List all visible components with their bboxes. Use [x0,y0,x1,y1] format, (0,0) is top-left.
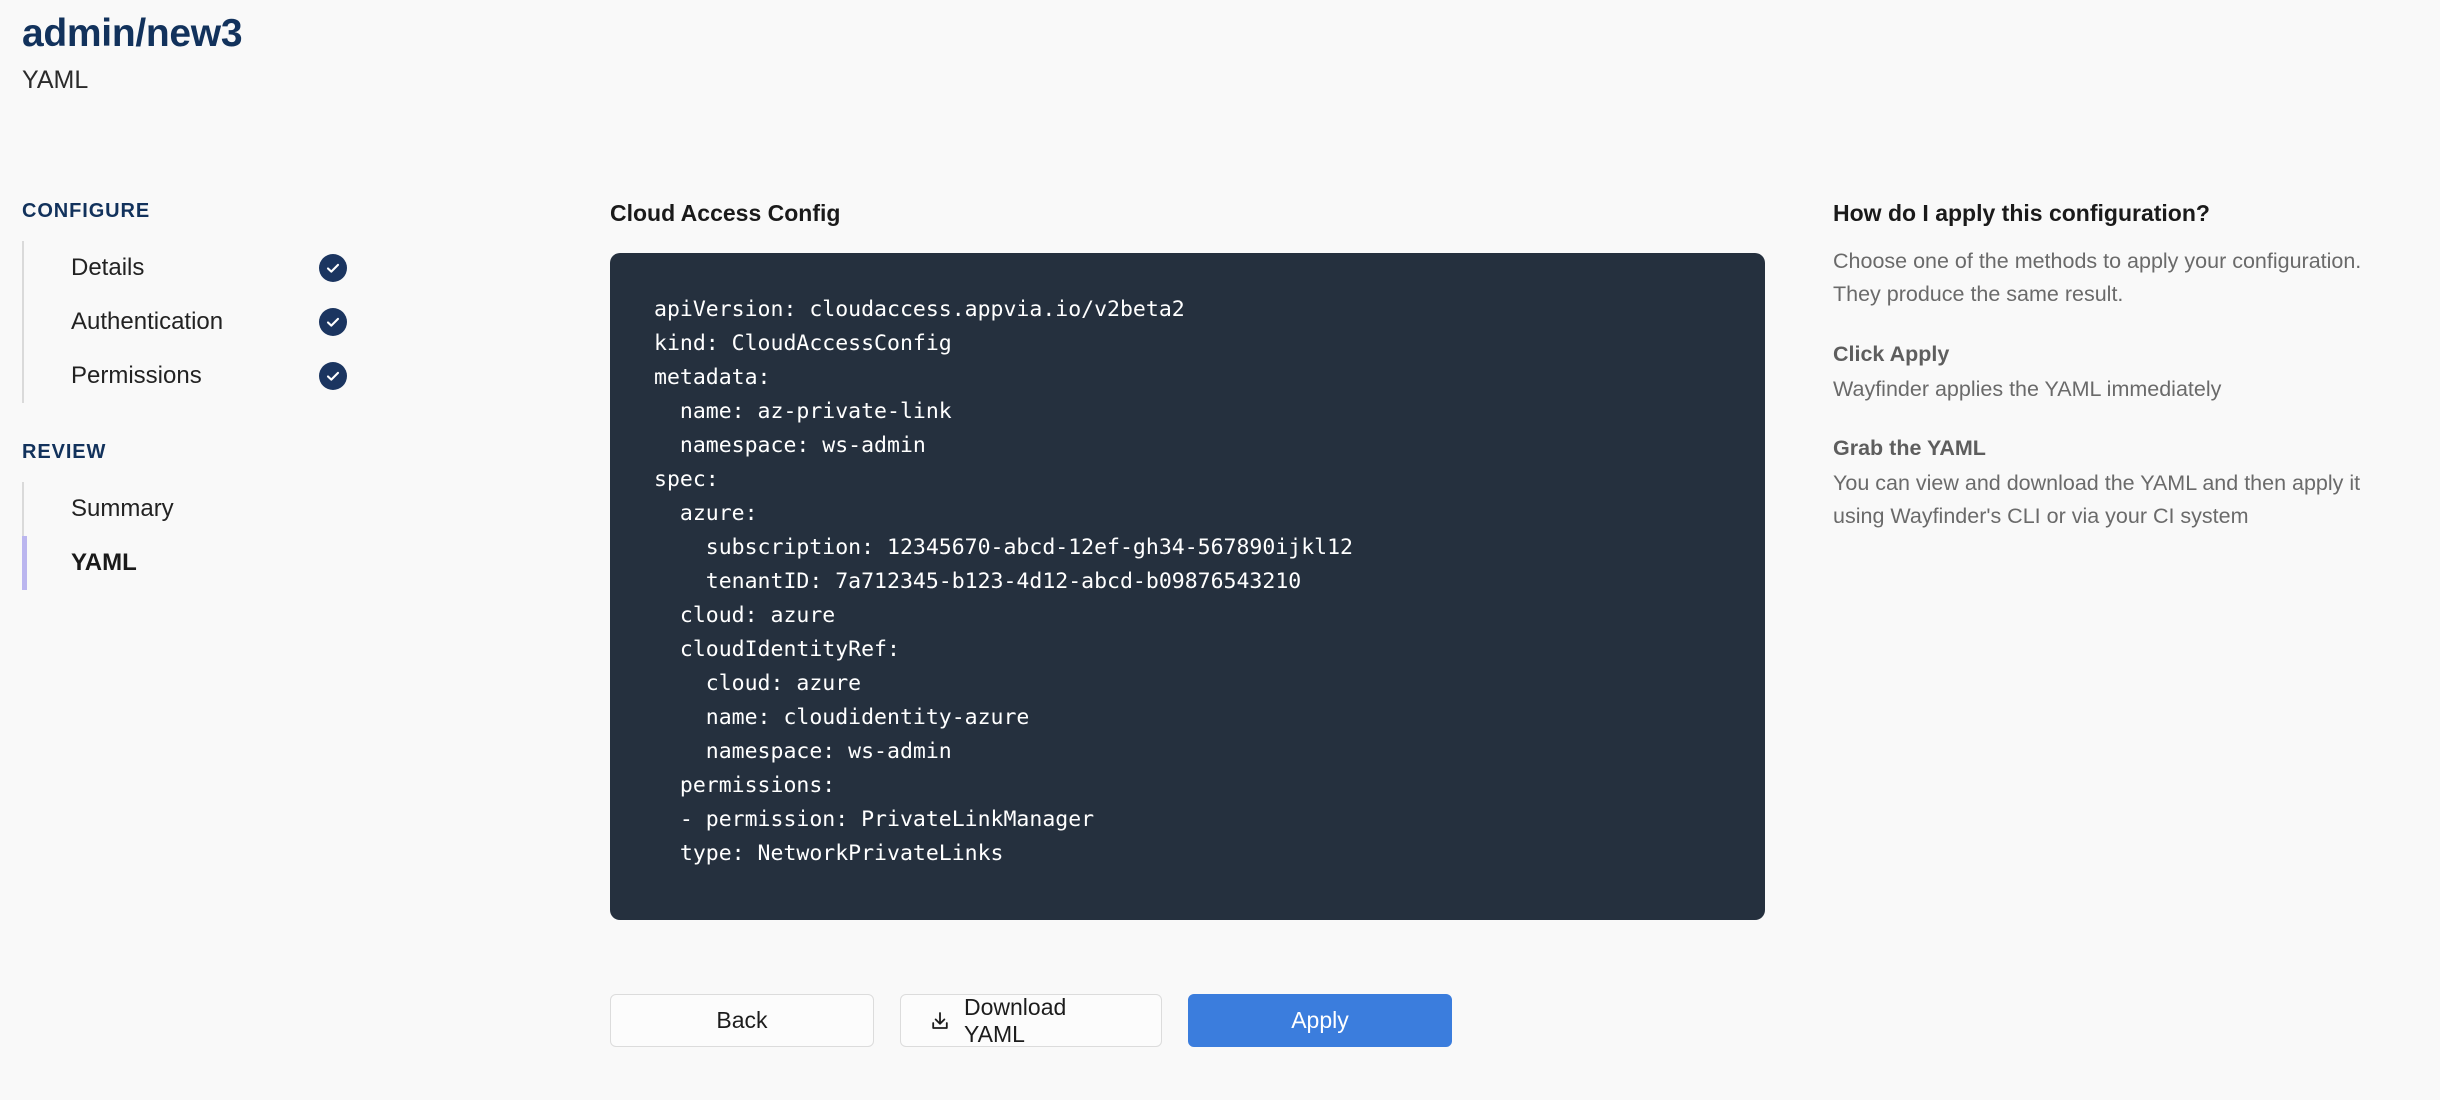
check-circle-icon [319,362,347,390]
sidebar-section-title-configure: CONFIGURE [22,200,151,222]
back-button[interactable]: Back [610,994,874,1047]
wizard-sidebar: CONFIGURE Details Authentication Permiss… [22,200,367,590]
sidebar-item-yaml[interactable]: YAML [22,536,367,590]
help-method-click-apply: Click Apply Wayfinder applies the YAML i… [1833,342,2413,406]
sidebar-section-title-review: REVIEW [22,441,107,463]
sidebar-item-label: Summary [71,495,174,522]
action-button-row: Back Download YAML Apply [610,994,1765,1047]
help-panel: How do I apply this configuration? Choos… [1833,200,2413,533]
yaml-review-page: admin/new3 YAML CONFIGURE Details Authen… [0,0,2440,1100]
page-subtitle: YAML [22,65,89,94]
sidebar-item-label: Authentication [71,308,224,335]
main-heading: Cloud Access Config [610,200,841,226]
sidebar-item-summary[interactable]: Summary [22,482,367,536]
help-method-grab-yaml: Grab the YAML You can view and download … [1833,436,2413,533]
sidebar-item-label: Permissions [71,362,202,389]
sidebar-item-authentication[interactable]: Authentication [22,295,367,349]
sidebar-group-review: Summary YAML [22,482,367,590]
page-header: admin/new3 YAML [22,12,243,95]
help-panel-intro: Choose one of the methods to apply your … [1833,249,2362,306]
sidebar-item-label: YAML [71,549,137,576]
sidebar-group-configure: Details Authentication Permissions [22,241,367,403]
download-yaml-label: Download YAML [964,993,1067,1047]
apply-button[interactable]: Apply [1188,994,1452,1047]
check-circle-icon [319,308,347,336]
yaml-code-text: apiVersion: cloudaccess.appvia.io/v2beta… [654,297,1353,866]
download-icon [929,1010,951,1032]
main-content: Cloud Access Config apiVersion: cloudacc… [610,200,1765,1047]
check-circle-icon [319,254,347,282]
sidebar-item-permissions[interactable]: Permissions [22,349,367,403]
sidebar-item-details[interactable]: Details [22,241,367,295]
help-method-description: You can view and download the YAML and t… [1833,471,2361,528]
help-panel-title: How do I apply this configuration? [1833,200,2210,226]
help-method-title: Grab the YAML [1833,436,1986,460]
download-yaml-button[interactable]: Download YAML [900,994,1162,1047]
page-title: admin/new3 [22,12,243,55]
help-method-description: Wayfinder applies the YAML immediately [1833,377,2222,401]
yaml-code-block: apiVersion: cloudaccess.appvia.io/v2beta… [610,253,1765,920]
sidebar-item-label: Details [71,254,145,281]
help-method-title: Click Apply [1833,342,1950,366]
